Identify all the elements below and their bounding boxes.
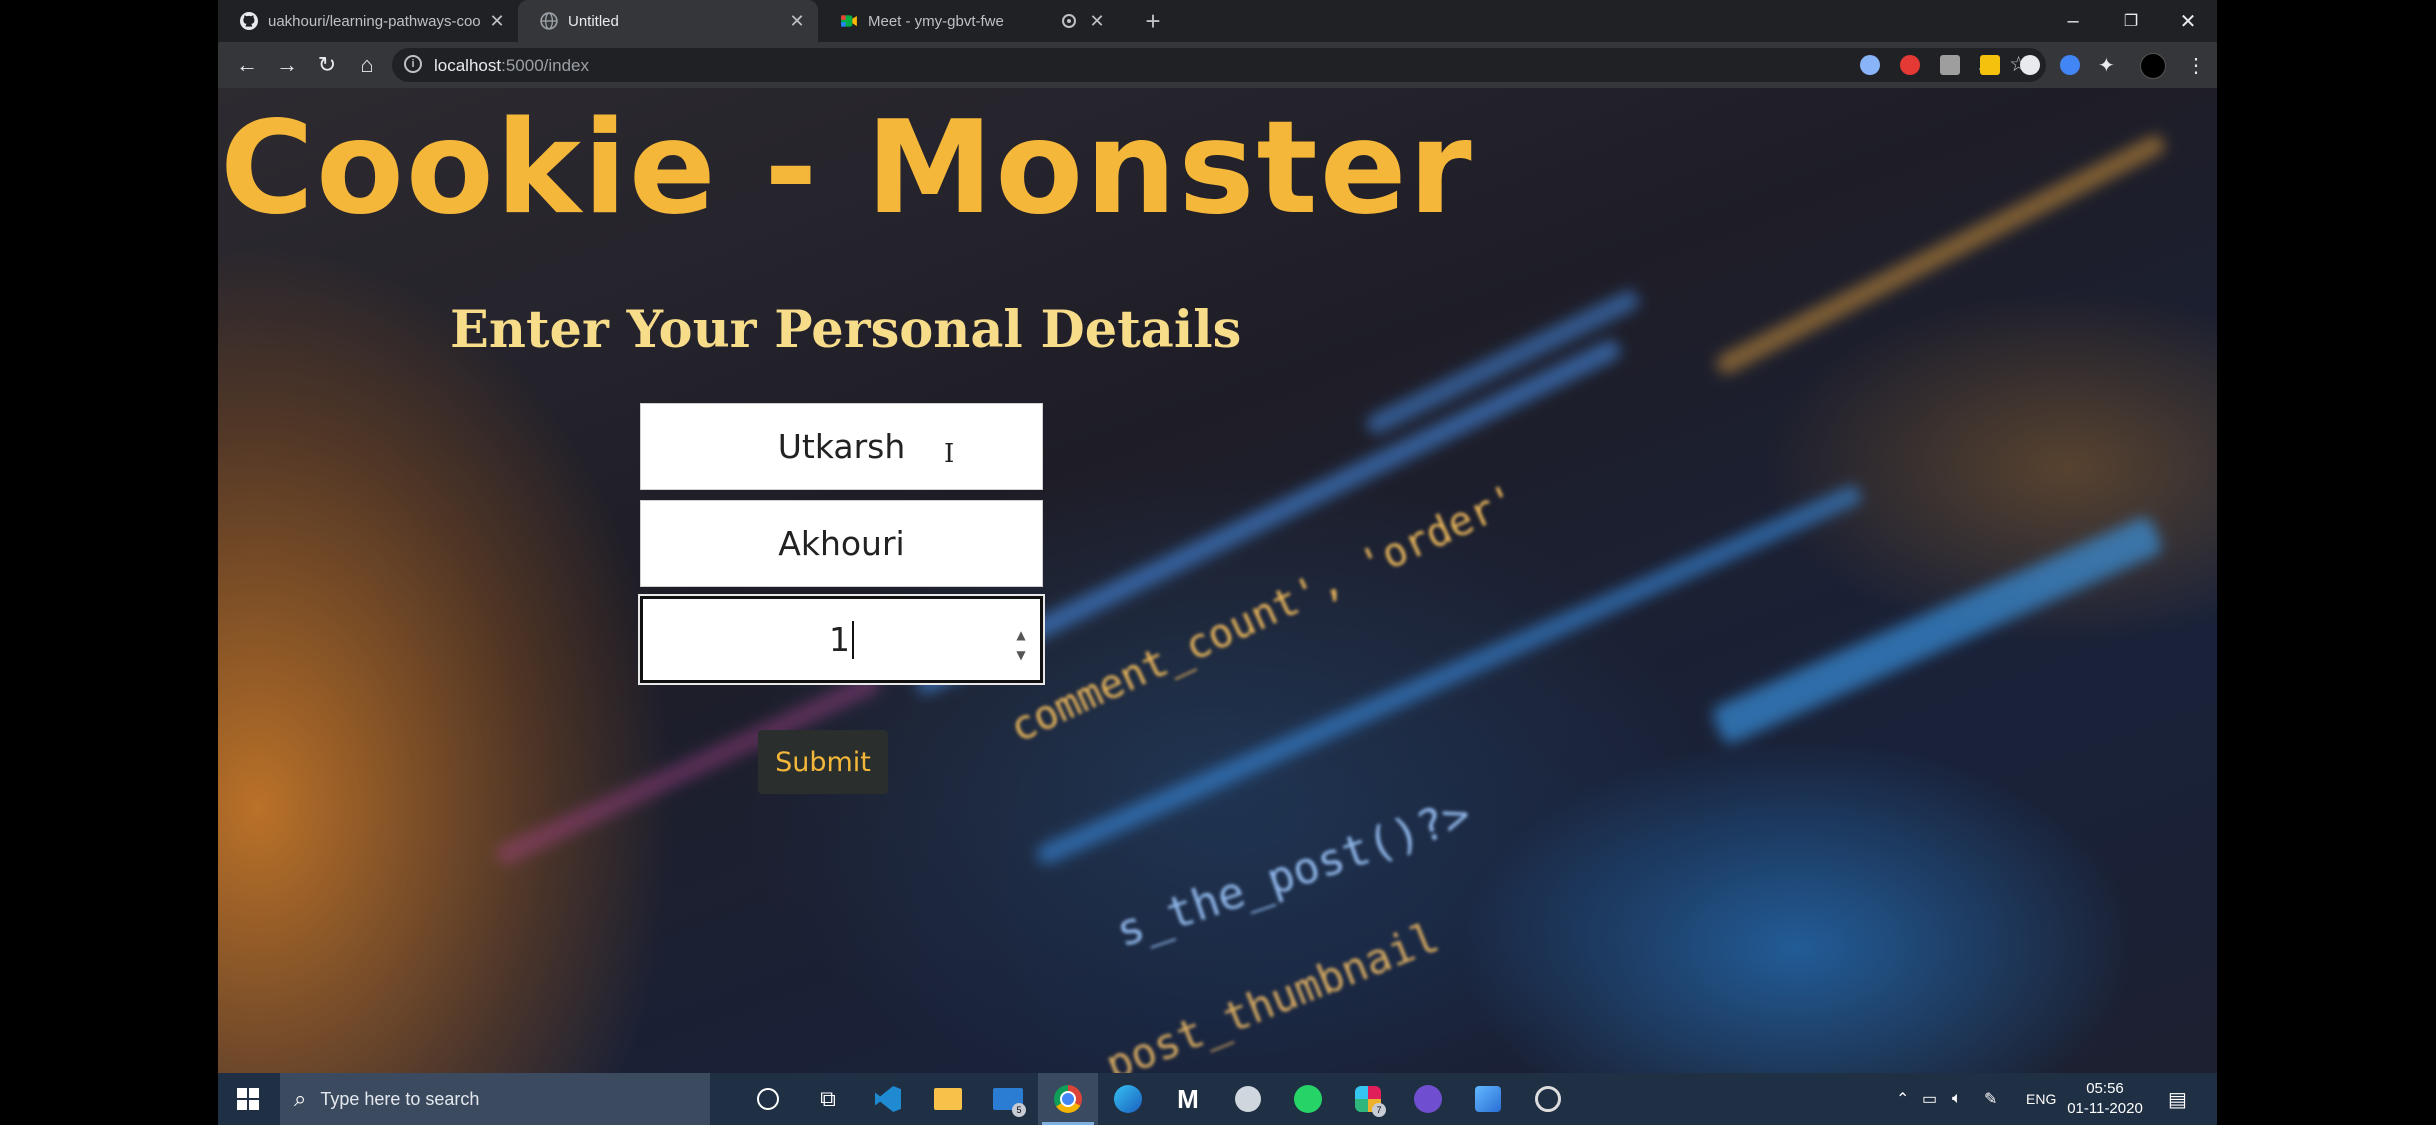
notifications-icon[interactable]: ▤ — [2168, 1073, 2187, 1125]
extension-icon[interactable] — [1940, 55, 1960, 75]
obs-icon[interactable] — [1518, 1073, 1578, 1125]
close-icon[interactable]: ✕ — [486, 11, 508, 32]
recording-indicator-icon — [1062, 14, 1076, 28]
tab-title: uakhouri/learning-pathways-coo — [268, 12, 481, 30]
number-spinner[interactable]: ▲ ▼ — [1012, 625, 1030, 665]
clock-time: 05:56 — [2086, 1080, 2124, 1097]
search-placeholder: Type here to search — [320, 1088, 480, 1109]
reload-icon[interactable]: ↻ — [312, 50, 342, 80]
submit-button[interactable]: Submit — [758, 730, 888, 794]
close-window-button[interactable]: ✕ — [2159, 0, 2217, 42]
url-text[interactable]: localhost:5000/index — [434, 56, 589, 76]
taskbar-search[interactable]: ⌕ Type here to search — [280, 1073, 710, 1125]
slack-badge: 7 — [1372, 1103, 1386, 1117]
vscode-icon[interactable] — [858, 1073, 918, 1125]
file-explorer-icon[interactable] — [918, 1073, 978, 1125]
edge-icon[interactable] — [1098, 1073, 1158, 1125]
whatsapp-icon[interactable] — [1278, 1073, 1338, 1125]
age-value: 1 — [829, 620, 850, 659]
first-name-value: Utkarsh — [777, 427, 906, 466]
minimize-button[interactable]: – — [2044, 0, 2102, 42]
extension-icon[interactable] — [2060, 55, 2080, 75]
last-name-value: Akhouri — [778, 524, 905, 563]
web-page: comment_count', 'order' s_the_post()?> p… — [218, 88, 2217, 1073]
globe-icon — [540, 12, 558, 30]
tab-github[interactable]: uakhouri/learning-pathways-coo ✕ — [218, 0, 518, 42]
puzzle-icon[interactable]: ✦ — [2098, 53, 2115, 78]
volume-icon[interactable]: 🔈︎ — [1952, 1073, 1962, 1125]
google-meet-icon — [841, 15, 857, 27]
app-purple-icon[interactable] — [1398, 1073, 1458, 1125]
url-host: localhost — [434, 56, 502, 75]
screen: uakhouri/learning-pathways-coo ✕ Untitle… — [218, 0, 2217, 1125]
spinner-down-icon[interactable]: ▼ — [1012, 645, 1030, 665]
brand-title: Cookie - Monster — [220, 94, 1474, 243]
tab-title: Meet - ymy-gbvt-fwe — [868, 12, 1004, 30]
back-icon[interactable]: ← — [232, 50, 262, 80]
restore-button[interactable]: ❐ — [2102, 0, 2160, 42]
text-cursor-icon: I — [944, 439, 955, 469]
first-name-input[interactable]: Utkarsh — [640, 403, 1043, 490]
home-icon[interactable]: ⌂ — [352, 50, 382, 80]
chrome-icon[interactable] — [1038, 1073, 1098, 1125]
windows-taskbar: ⌕ Type here to search ⧉ 5 M 7 ⌃ ▭ 🔈︎ ✎ E… — [218, 1073, 2217, 1125]
tray-overflow-icon[interactable]: ⌃ — [1896, 1073, 1909, 1125]
extension-icon[interactable] — [1860, 55, 1880, 75]
tab-untitled[interactable]: Untitled ✕ — [518, 0, 818, 42]
clock-date: 01-11-2020 — [2067, 1100, 2143, 1117]
cortana-icon[interactable] — [738, 1073, 798, 1125]
last-name-input[interactable]: Akhouri — [640, 500, 1043, 587]
extension-icon[interactable] — [2020, 55, 2040, 75]
gmail-m-icon[interactable]: M — [1158, 1073, 1218, 1125]
tab-title: Untitled — [568, 12, 619, 30]
menu-kebab-icon[interactable]: ⋮ — [2186, 53, 2206, 78]
start-button[interactable] — [218, 1073, 278, 1125]
browser-toolbar: ← → ↻ ⌂ i localhost:5000/index ⌕ ☆ ✦ ⋮ — [218, 42, 2217, 88]
form-heading: Enter Your Personal Details — [450, 300, 1242, 360]
extension-icon[interactable] — [1980, 55, 2000, 75]
mail-icon[interactable]: 5 — [978, 1073, 1038, 1125]
spinner-up-icon[interactable]: ▲ — [1012, 625, 1030, 645]
tab-meet[interactable]: Meet - ymy-gbvt-fwe ✕ — [818, 0, 1118, 42]
new-tab-button[interactable]: + — [1138, 6, 1168, 36]
background-streak — [1709, 514, 2165, 747]
mail-badge: 5 — [1012, 1103, 1026, 1117]
url-path: :5000/index — [501, 56, 590, 75]
age-number-input[interactable]: 1 ▲ ▼ — [638, 594, 1045, 685]
address-bar[interactable]: i localhost:5000/index ⌕ ☆ — [392, 48, 2046, 82]
search-icon: ⌕ — [294, 1086, 307, 1111]
slack-icon[interactable]: 7 — [1338, 1073, 1398, 1125]
windows-logo-icon — [237, 1088, 259, 1110]
pen-icon[interactable]: ✎ — [1984, 1073, 1997, 1125]
close-icon[interactable]: ✕ — [1086, 11, 1108, 32]
caret — [852, 620, 854, 659]
task-view-icon[interactable]: ⧉ — [798, 1073, 858, 1125]
info-icon[interactable]: i — [404, 55, 422, 73]
steam-icon[interactable] — [1218, 1073, 1278, 1125]
language-indicator[interactable]: ENG — [2026, 1073, 2056, 1125]
forward-icon[interactable]: → — [272, 50, 302, 80]
tab-strip: uakhouri/learning-pathways-coo ✕ Untitle… — [218, 0, 2217, 42]
system-clock[interactable]: 05:56 01-11-2020 — [2065, 1079, 2145, 1119]
app-blue-icon[interactable] — [1458, 1073, 1518, 1125]
extension-icon[interactable] — [1900, 55, 1920, 75]
battery-icon[interactable]: ▭ — [1922, 1073, 1937, 1125]
profile-avatar[interactable] — [2140, 53, 2166, 79]
github-icon — [240, 12, 258, 30]
background-streak — [1713, 132, 2169, 377]
close-icon[interactable]: ✕ — [786, 11, 808, 32]
